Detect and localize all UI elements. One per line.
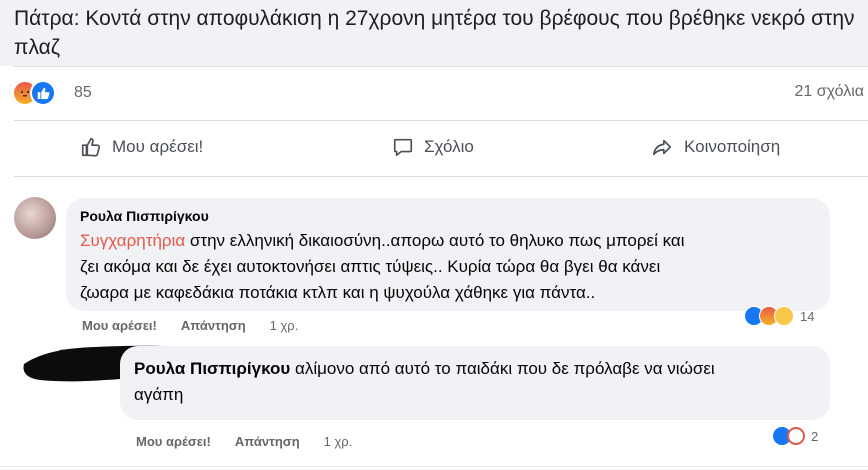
avatar[interactable]	[14, 197, 56, 239]
comment-actions: Μου αρέσει! Απάντηση 1 χρ.	[82, 318, 298, 333]
reply-bubble: Ρουλα Πισπιρίγκου αλίμονο από αυτό το πα…	[120, 346, 830, 420]
like-icon	[30, 80, 56, 106]
comment-line: στην ελληνική δικαιοσύνη..απορω αυτό το …	[185, 231, 685, 250]
share-icon	[652, 139, 672, 156]
like-button[interactable]: Μου αρέσει!	[80, 134, 203, 160]
reply-text: Ρουλα Πισπιρίγκου αλίμονο από αυτό το πα…	[134, 356, 824, 408]
divider	[0, 466, 868, 467]
comment-button[interactable]: Σχόλιο	[392, 134, 474, 160]
share-label: Κοινοποίηση	[684, 137, 781, 156]
comment-bubble: Ρουλα Πισπιρίγκου Συγχαρητήρια στην ελλη…	[66, 198, 830, 311]
comment-reply-link[interactable]: Απάντηση	[181, 318, 246, 333]
comment-line: ζει ακόμα και δε έχει αυτοκτονήσει απτις…	[80, 257, 661, 276]
comment-line: αλίμονο από αυτό το παιδάκι που δε πρόλα…	[290, 359, 715, 378]
like-label: Μου αρέσει!	[112, 137, 204, 156]
comment-timestamp[interactable]: 1 χρ.	[270, 318, 299, 333]
comment-reaction-count: 14	[800, 308, 815, 324]
comment-reactions[interactable]: 14	[744, 306, 814, 326]
post-header: Πάτρα: Κοντά στην αποφυλάκιση η 27χρονη …	[0, 0, 868, 66]
reply-reply-link[interactable]: Απάντηση	[235, 434, 300, 449]
reply-actions: Μου αρέσει! Απάντηση 1 χρ.	[136, 434, 352, 449]
comment-author[interactable]: Ρουλα Πισπιρίγκου	[80, 208, 209, 224]
comment-count[interactable]: 21 σχόλια	[795, 83, 864, 101]
reply-reactions[interactable]: 2	[772, 426, 818, 446]
haha-icon	[787, 427, 805, 445]
comment-icon	[393, 138, 413, 157]
sad-icon	[774, 306, 794, 326]
comment-line: αγάπη	[134, 385, 184, 404]
divider	[14, 176, 868, 177]
divider	[14, 66, 868, 67]
share-button[interactable]: Κοινοποίηση	[650, 134, 780, 160]
comment-line: ζωαρα με καφεδάκια ποτάκια κτλπ και η ψυ…	[80, 283, 596, 302]
reply-like-link[interactable]: Μου αρέσει!	[136, 434, 211, 449]
reply-reaction-count: 2	[811, 428, 819, 444]
comment-label: Σχόλιο	[424, 137, 474, 156]
reaction-count[interactable]: 85	[74, 84, 92, 102]
mention-highlight[interactable]: Συγχαρητήρια	[80, 231, 185, 250]
comment-like-link[interactable]: Μου αρέσει!	[82, 318, 157, 333]
mention-link[interactable]: Ρουλα Πισπιρίγκου	[134, 359, 290, 378]
thumbs-up-icon	[81, 137, 101, 157]
divider	[14, 120, 868, 121]
comment-text: Συγχαρητήρια στην ελληνική δικαιοσύνη..α…	[80, 228, 820, 306]
reply-timestamp[interactable]: 1 χρ.	[324, 434, 353, 449]
post-title[interactable]: Πάτρα: Κοντά στην αποφυλάκιση η 27χρονη …	[14, 4, 864, 62]
